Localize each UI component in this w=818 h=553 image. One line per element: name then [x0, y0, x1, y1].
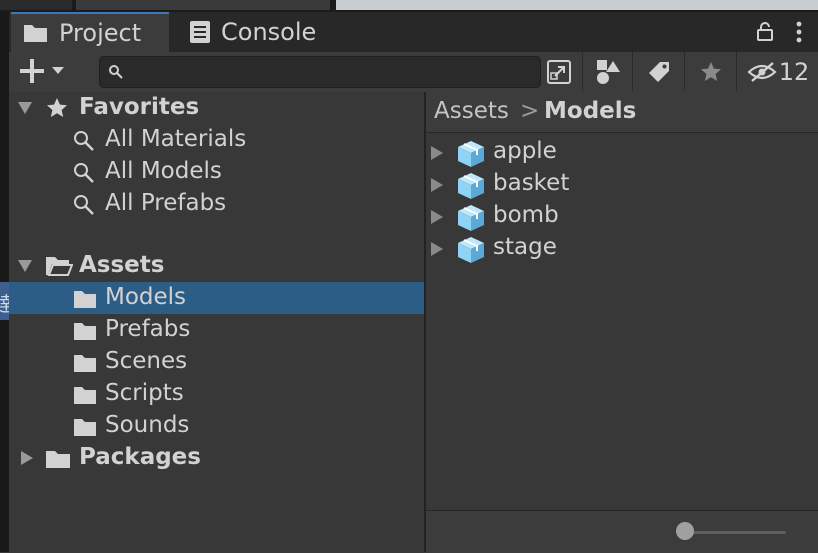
tab-console[interactable]: Console — [185, 12, 316, 52]
plus-icon — [20, 59, 44, 83]
star-icon — [47, 98, 67, 117]
hidden-packages-toggle[interactable]: 12 — [736, 52, 818, 91]
breadcrumb-assets[interactable]: Assets — [434, 98, 509, 124]
folder-icon — [74, 419, 96, 436]
asset-label: apple — [493, 138, 557, 164]
folder-icon — [24, 25, 47, 42]
left-edge-selection: 逹 — [0, 282, 14, 320]
breadcrumb-separator: > — [520, 98, 540, 124]
asset-list-pane: Assets > Models apple basket bomb stage — [426, 92, 818, 553]
folder-icon — [46, 451, 70, 468]
asset-item[interactable]: stage — [426, 232, 818, 264]
favorites-label: Favorites — [79, 94, 200, 120]
folder-open-icon — [46, 257, 73, 276]
tag-icon — [649, 61, 669, 82]
tab-project[interactable]: Project — [11, 12, 169, 52]
search-icon — [109, 65, 123, 79]
packages-header[interactable]: Packages — [9, 442, 424, 474]
editor-top-strip — [0, 0, 818, 12]
folder-item-models[interactable]: Models — [9, 282, 424, 314]
prefab-model-icon — [458, 205, 484, 231]
search-icon — [74, 195, 94, 215]
folder-label: Scripts — [105, 380, 184, 406]
search-input[interactable] — [132, 59, 536, 85]
folder-item-sounds[interactable]: Sounds — [9, 410, 424, 442]
tab-label: Project — [59, 19, 142, 47]
asset-label: bomb — [493, 202, 559, 228]
star-icon — [701, 61, 721, 81]
favorite-item[interactable]: All Models — [9, 156, 424, 188]
assets-label: Assets — [79, 252, 165, 278]
folder-item-prefabs[interactable]: Prefabs — [9, 314, 424, 346]
expand-right-icon[interactable] — [20, 450, 34, 466]
breadcrumb-current[interactable]: Models — [544, 98, 636, 124]
favorite-item[interactable]: All Materials — [9, 124, 424, 156]
expand-right-icon[interactable] — [430, 209, 444, 225]
more-vertical-icon[interactable] — [795, 21, 803, 43]
tab-label: Console — [221, 18, 317, 46]
popout-icon — [547, 59, 571, 84]
favorites-header[interactable]: Favorites — [9, 92, 424, 124]
save-search-button[interactable] — [684, 52, 737, 91]
folder-label: Sounds — [105, 412, 190, 438]
asset-item[interactable]: bomb — [426, 200, 818, 232]
strip-segment — [76, 0, 330, 10]
search-icon — [74, 163, 94, 183]
expand-right-icon[interactable] — [430, 145, 444, 161]
filter-by-type-button[interactable] — [582, 52, 633, 91]
expand-down-icon[interactable] — [17, 259, 33, 273]
folder-label: Models — [105, 284, 187, 310]
filter-by-label-button[interactable] — [632, 52, 685, 91]
console-icon — [190, 21, 210, 43]
breadcrumb: Assets > Models — [426, 92, 818, 133]
zoom-slider-handle[interactable] — [676, 522, 694, 540]
tab-bar: Project Console — [9, 12, 818, 52]
asset-item[interactable]: basket — [426, 168, 818, 200]
assets-header[interactable]: Assets — [9, 250, 424, 282]
prefab-model-icon — [458, 141, 484, 167]
asset-label: basket — [493, 170, 570, 196]
search-popout-button[interactable] — [541, 52, 577, 91]
hidden-packages-count: 12 — [778, 57, 810, 86]
scene-view-strip — [336, 0, 818, 10]
favorite-item-label: All Models — [105, 158, 222, 184]
favorite-item[interactable]: All Prefabs — [9, 188, 424, 220]
expand-down-icon[interactable] — [17, 101, 33, 115]
project-toolbar: 12 — [9, 52, 818, 93]
folder-label: Scenes — [105, 348, 188, 374]
favorite-item-label: All Prefabs — [105, 190, 227, 216]
folder-item-scripts[interactable]: Scripts — [9, 378, 424, 410]
folder-tree[interactable]: Favorites All Materials All Models All P… — [9, 92, 424, 552]
folder-icon — [74, 291, 96, 308]
folder-label: Prefabs — [105, 316, 191, 342]
asset-label: stage — [493, 234, 557, 260]
eye-slash-icon — [747, 61, 777, 82]
asset-item[interactable]: apple — [426, 136, 818, 168]
search-icon — [74, 131, 94, 151]
folder-icon — [74, 355, 96, 372]
shapes-icon — [597, 59, 620, 84]
lock-icon[interactable] — [755, 21, 775, 41]
folder-item-scenes[interactable]: Scenes — [9, 346, 424, 378]
search-field[interactable] — [99, 56, 541, 88]
create-button[interactable] — [19, 58, 65, 84]
status-bar — [426, 510, 818, 553]
favorite-item-label: All Materials — [105, 126, 247, 152]
chevron-down-icon — [52, 67, 64, 74]
expand-right-icon[interactable] — [430, 177, 444, 193]
zoom-slider-track[interactable] — [684, 531, 786, 534]
folder-icon — [74, 323, 96, 340]
strip-segment — [0, 0, 72, 10]
expand-right-icon[interactable] — [430, 241, 444, 257]
prefab-model-icon — [458, 173, 484, 199]
prefab-model-icon — [458, 237, 484, 263]
packages-label: Packages — [79, 444, 201, 470]
folder-icon — [74, 387, 96, 404]
